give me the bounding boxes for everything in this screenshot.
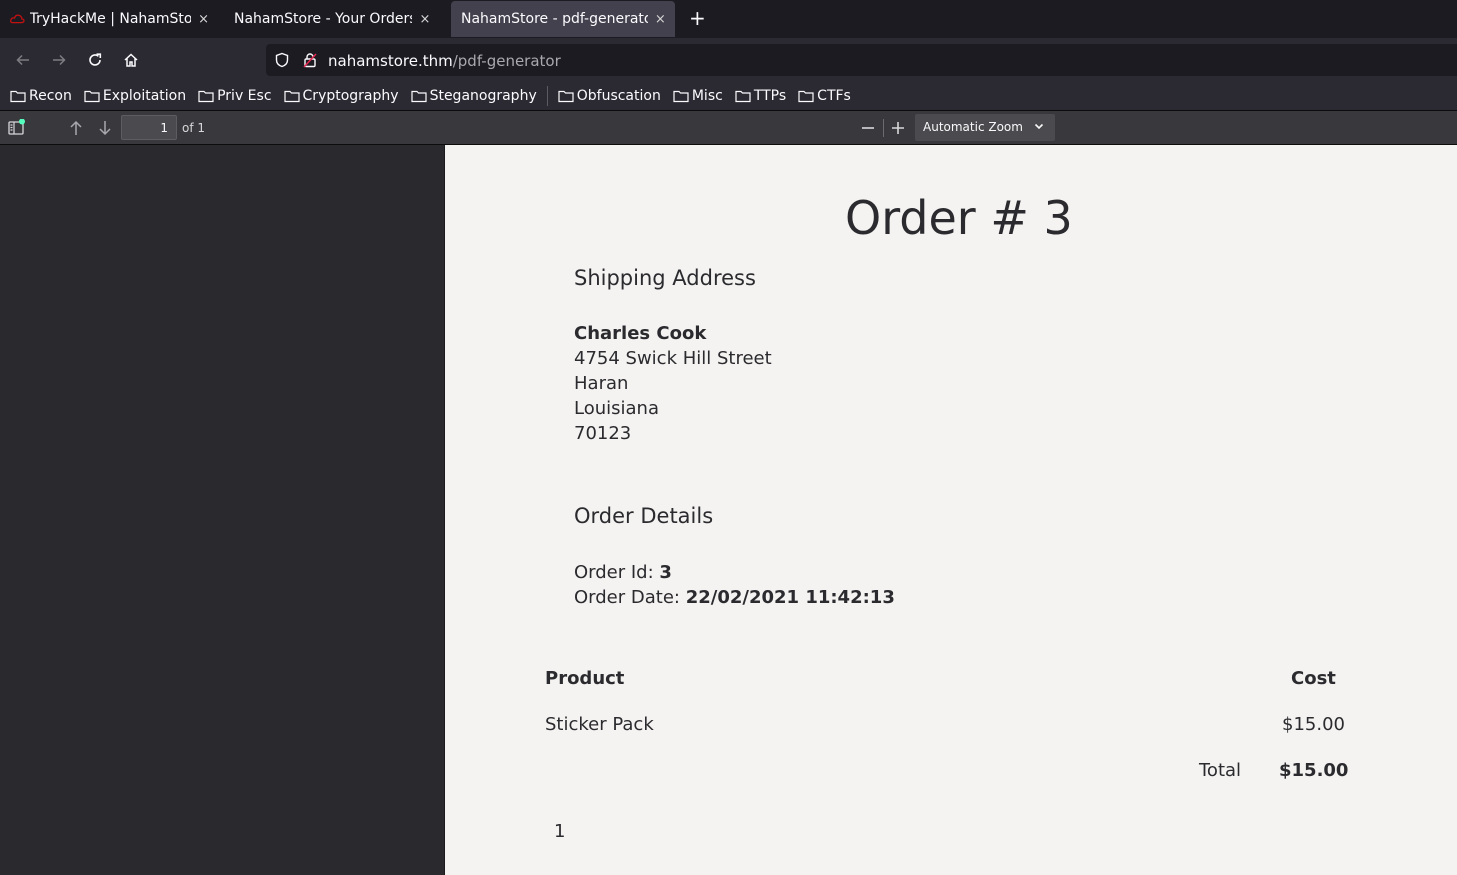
- bookmark-label: Obfuscation: [576, 88, 661, 104]
- table-header-cost: Cost: [1291, 668, 1336, 689]
- url-path: /pdf-generator: [452, 51, 561, 70]
- viewer-background: [0, 145, 444, 875]
- folder-icon: [735, 90, 751, 103]
- bookmark-label: Priv Esc: [217, 88, 272, 104]
- sidebar-toggle-icon: [8, 119, 25, 135]
- zoom-out-button[interactable]: [858, 118, 878, 138]
- previous-page-button[interactable]: [66, 118, 86, 138]
- pdf-toolbar: 1 of 1 Automatic Zoom: [0, 111, 1457, 145]
- chevron-down-icon: [1034, 123, 1044, 130]
- order-id-line: Order Id: 3: [574, 562, 672, 583]
- bookmark-label: Steganography: [429, 88, 537, 104]
- order-date-line: Order Date: 22/02/2021 11:42:13: [574, 587, 895, 608]
- order-id-label: Order Id:: [574, 562, 654, 583]
- folder-icon: [198, 90, 214, 103]
- folder-icon: [283, 90, 300, 103]
- next-page-button[interactable]: [95, 118, 115, 138]
- bookmark-exploitation[interactable]: Exploitation: [84, 88, 186, 104]
- arrow-up-icon: [70, 120, 82, 135]
- folder-icon: [84, 90, 100, 103]
- tab-tryhackme[interactable]: TryHackMe | NahamStore ×: [0, 1, 218, 37]
- bookmark-separator: [546, 86, 548, 106]
- forward-arrow-icon: [53, 54, 66, 66]
- tryhackme-logo-icon: [10, 14, 25, 24]
- url-bar[interactable]: nahamstore.thm/pdf-generator: [266, 44, 1457, 76]
- order-date-label: Order Date:: [574, 587, 680, 608]
- tab-title: NahamStore - pdf-generator: [461, 11, 648, 27]
- home-button[interactable]: [113, 44, 149, 76]
- folder-icon: [558, 90, 574, 103]
- plus-icon: [892, 122, 904, 134]
- address-city: Haran: [574, 373, 629, 394]
- tab-your-orders[interactable]: NahamStore - Your Orders ×: [218, 1, 446, 37]
- tab-title: TryHackMe | NahamStore: [29, 11, 192, 27]
- arrow-down-icon: [99, 121, 111, 136]
- url-host: nahamstore.thm: [328, 51, 453, 70]
- page-count: of 1: [182, 121, 206, 135]
- bookmark-label: CTFs: [817, 88, 851, 104]
- close-tab-icon[interactable]: ×: [654, 12, 667, 27]
- order-title: Order # 3: [845, 191, 1073, 245]
- bookmark-label: Recon: [29, 88, 72, 104]
- total-label: Total: [1199, 760, 1242, 781]
- shipping-heading: Shipping Address: [574, 266, 756, 290]
- bookmark-obfuscation[interactable]: Obfuscation: [558, 88, 661, 104]
- address-zip: 70123: [574, 423, 632, 444]
- zoom-divider: [883, 119, 884, 137]
- notification-dot: [19, 119, 25, 125]
- bookmark-label: TTPs: [753, 88, 787, 104]
- close-tab-icon[interactable]: ×: [418, 12, 432, 27]
- tab-pdf-generator[interactable]: NahamStore - pdf-generator ×: [451, 1, 675, 37]
- page-number-input[interactable]: 1: [121, 115, 177, 140]
- close-tab-icon[interactable]: ×: [197, 12, 210, 27]
- folder-icon: [798, 90, 814, 103]
- bookmarks-toolbar: Recon Exploitation Priv Esc Cryptography…: [0, 82, 1457, 111]
- folder-icon: [673, 90, 689, 103]
- page-footer-number: 1: [554, 821, 566, 842]
- bookmark-cryptography[interactable]: Cryptography: [283, 88, 399, 104]
- order-id-value: 3: [659, 562, 672, 583]
- sidebar-toggle-button[interactable]: [5, 117, 27, 139]
- home-icon: [124, 53, 138, 67]
- forward-button[interactable]: [41, 44, 77, 76]
- table-cell-cost: $15.00: [1282, 714, 1345, 735]
- tab-title: NahamStore - Your Orders: [234, 11, 412, 27]
- zoom-value: Automatic Zoom: [923, 120, 1023, 134]
- navigation-toolbar: nahamstore.thm/pdf-generator: [0, 38, 1457, 82]
- folder-icon: [410, 90, 427, 103]
- bookmark-ttps[interactable]: TTPs: [735, 88, 786, 104]
- back-button[interactable]: [5, 44, 41, 76]
- minus-icon: [862, 127, 874, 129]
- bookmark-steganography[interactable]: Steganography: [410, 88, 537, 104]
- order-date-value: 22/02/2021 11:42:13: [685, 587, 895, 608]
- address-street: 4754 Swick Hill Street: [574, 348, 772, 369]
- bookmark-label: Exploitation: [102, 88, 187, 104]
- zoom-select[interactable]: Automatic Zoom: [915, 114, 1055, 141]
- total-value: $15.00: [1279, 760, 1349, 781]
- pdf-page: Order # 3 Shipping Address Charles Cook …: [444, 145, 1457, 875]
- address-state: Louisiana: [574, 398, 659, 419]
- new-tab-button[interactable]: +: [675, 0, 720, 36]
- bookmark-priv-esc[interactable]: Priv Esc: [198, 88, 272, 104]
- url-text[interactable]: nahamstore.thm/pdf-generator: [328, 51, 561, 70]
- folder-icon: [10, 90, 26, 103]
- bookmark-label: Cryptography: [302, 88, 399, 104]
- tab-strip: TryHackMe | NahamStore × NahamStore - Yo…: [0, 0, 1457, 38]
- bookmark-ctfs[interactable]: CTFs: [798, 88, 851, 104]
- table-cell-product: Sticker Pack: [545, 714, 654, 735]
- customer-name: Charles Cook: [574, 323, 707, 344]
- bookmark-recon[interactable]: Recon: [10, 88, 72, 104]
- table-header-product: Product: [545, 668, 625, 689]
- reload-button[interactable]: [77, 44, 113, 76]
- details-heading: Order Details: [574, 504, 714, 528]
- shield-icon[interactable]: [274, 52, 290, 68]
- reload-icon: [89, 53, 102, 66]
- bookmark-misc[interactable]: Misc: [673, 88, 723, 104]
- zoom-in-button[interactable]: [888, 118, 908, 138]
- bookmark-label: Misc: [691, 88, 723, 104]
- insecure-lock-icon[interactable]: [302, 52, 318, 68]
- back-arrow-icon: [16, 54, 29, 66]
